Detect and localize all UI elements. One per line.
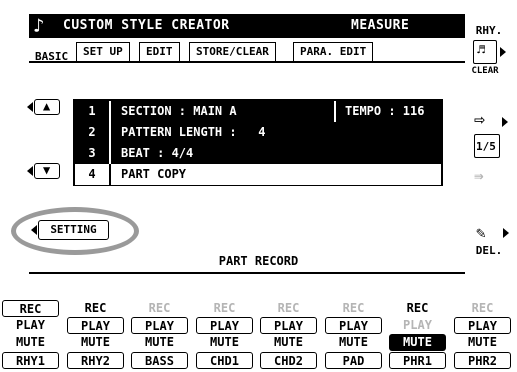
arrow-right-icon [502,117,508,127]
rhythm-button[interactable]: ♬ [473,40,497,64]
triangle-up-icon: ▲ [43,99,51,113]
rec-toggle-pad[interactable]: REC [325,300,382,317]
param-row-pattern-length[interactable]: 2 PATTERN LENGTH : 4 [75,122,441,143]
tab-baseline [29,61,465,63]
page-indicator-label: 1/5 [476,140,496,153]
rec-toggle-rhy2[interactable]: REC [67,300,124,317]
column-divider [109,164,111,185]
channel-name-chd2: CHD2 [260,352,317,369]
param-row-number: 1 [88,104,96,118]
play-toggle-pad[interactable]: PLAY [325,317,382,334]
tab-store-clear[interactable]: STORE/CLEAR [189,42,276,62]
mute-toggle-rhy2[interactable]: MUTE [67,334,124,351]
copy-arrow-icon: ⇨ [474,109,485,130]
param-row-number: 3 [88,146,96,160]
measure-label: MEASURE [351,18,410,33]
play-toggle-bass[interactable]: PLAY [131,317,188,334]
channel-name-phr1: PHR1 [389,352,446,369]
channel-name-phr2: PHR2 [454,352,511,369]
arrow-right-icon [503,228,509,238]
mute-toggle-phr2[interactable]: MUTE [454,334,511,351]
triangle-down-icon: ▼ [43,163,51,177]
param-row-label: PATTERN LENGTH : 4 [121,125,266,139]
param-row-beat[interactable]: 3 BEAT : 4/4 [75,143,441,164]
setting-button[interactable]: SETTING [38,220,109,240]
tab-row: BASIC SET UP EDIT STORE/CLEAR PARA. EDIT [29,38,465,68]
mute-toggle-bass[interactable]: MUTE [131,334,188,351]
tab-para-edit[interactable]: PARA. EDIT [293,42,374,62]
play-toggle-rhy1[interactable]: PLAY [2,317,59,334]
play-toggle-chd1[interactable]: PLAY [196,317,253,334]
arrow-right-icon [500,47,506,57]
tab-basic[interactable]: BASIC [29,48,75,68]
play-toggle-chd2[interactable]: PLAY [260,317,317,334]
title-bar: ♪ CUSTOM STYLE CREATOR MEASURE [29,14,465,38]
play-toggle-rhy2[interactable]: PLAY [67,317,124,334]
mute-toggle-chd2[interactable]: MUTE [260,334,317,351]
screen-title: CUSTOM STYLE CREATOR [63,18,230,33]
drum-icon: ♬ [477,43,485,58]
channel-name-chd1: CHD1 [196,352,253,369]
rhy-label: RHY. [475,24,503,37]
play-toggle-phr2[interactable]: PLAY [454,317,511,334]
rec-toggle-phr2[interactable]: REC [454,300,511,317]
param-row-section[interactable]: 1 SECTION : MAIN A TEMPO : 116 [75,101,441,122]
delete-button[interactable]: ✎ [476,223,502,243]
parameter-table: 1 SECTION : MAIN A TEMPO : 116 2 PATTERN… [73,99,443,186]
arrow-left-icon [31,225,37,235]
param-row-label: BEAT : 4/4 [121,146,194,160]
play-toggle-phr1[interactable]: PLAY [389,317,446,334]
column-divider [334,101,336,122]
tab-edit[interactable]: EDIT [139,42,180,62]
param-row-number: 4 [88,167,96,181]
copy-button[interactable]: ⇨ [474,109,500,130]
param-row-number: 2 [88,125,96,139]
music-note-icon: ♪ [33,15,45,37]
next-page-button[interactable]: ⇛ [474,166,504,186]
mute-toggle-phr1[interactable]: MUTE [389,334,446,351]
clear-label: CLEAR [471,66,499,76]
rec-toggle-rhy1[interactable]: REC [2,300,59,317]
scroll-up-button[interactable]: ▲ [34,99,60,115]
mute-toggle-rhy1[interactable]: MUTE [2,334,59,351]
rec-toggle-chd1[interactable]: REC [196,300,253,317]
tab-set-up[interactable]: SET UP [76,42,130,62]
column-divider [109,143,111,164]
column-divider [109,122,111,143]
param-row-part-copy[interactable]: 4 PART COPY [75,164,441,185]
part-record-title: PART RECORD [218,254,299,268]
column-divider [109,101,111,122]
lcd-screen: ♪ CUSTOM STYLE CREATOR MEASURE BASIC SET… [0,0,517,372]
channel-name-rhy2: RHY2 [67,352,124,369]
rec-toggle-phr1[interactable]: REC [389,300,446,317]
channel-name-rhy1: RHY1 [2,352,59,369]
mute-toggle-pad[interactable]: MUTE [325,334,382,351]
eraser-icon: ✎ [476,223,486,242]
mute-toggle-chd1[interactable]: MUTE [196,334,253,351]
part-record-divider [29,272,465,274]
scroll-down-button[interactable]: ▼ [34,163,60,179]
rec-toggle-chd2[interactable]: REC [260,300,317,317]
rec-toggle-bass[interactable]: REC [131,300,188,317]
channel-name-pad: PAD [325,352,382,369]
arrow-left-icon [27,102,33,112]
page-indicator: 1/5 [474,134,500,158]
channel-name-bass: BASS [131,352,188,369]
next-page-icon: ⇛ [474,166,484,185]
tempo-value: TEMPO : 116 [345,104,425,118]
param-row-label: SECTION : MAIN A [121,104,237,118]
arrow-left-icon [27,166,33,176]
param-row-label: PART COPY [121,167,187,181]
